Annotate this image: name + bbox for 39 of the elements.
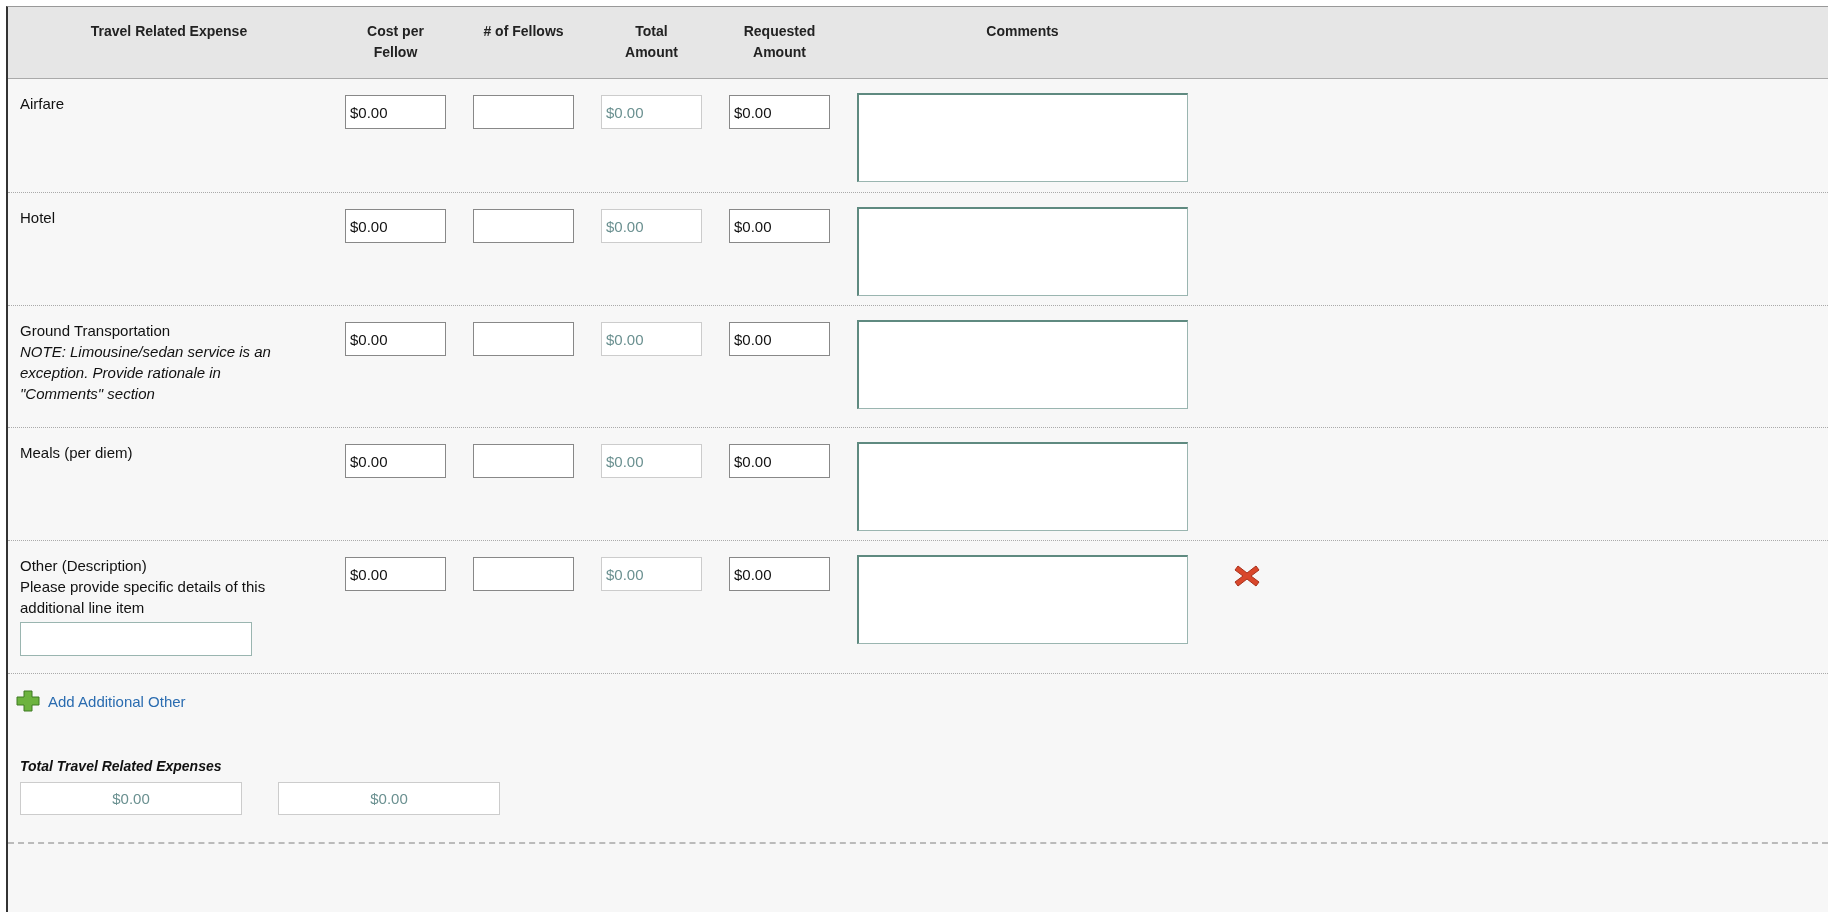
column-header: Requested Amount (742, 22, 817, 62)
requested-field[interactable]: $0.00 (729, 557, 830, 591)
comments-field[interactable] (857, 442, 1188, 531)
close-icon (1234, 564, 1260, 588)
cost-field[interactable]: $0.00 (345, 209, 446, 243)
comments-field[interactable] (857, 320, 1188, 409)
expense-label: Airfare (20, 94, 66, 114)
comments-field[interactable] (857, 93, 1188, 182)
add-other-link[interactable]: Add Additional Other (48, 692, 186, 710)
cost-field[interactable]: $0.00 (345, 444, 446, 478)
cost-field[interactable]: $0.00 (345, 95, 446, 129)
comments-field[interactable] (857, 555, 1188, 644)
totals-title: Total Travel Related Expenses (20, 758, 223, 774)
column-header: Total Amount (624, 22, 679, 62)
requested-field[interactable]: $0.00 (729, 95, 830, 129)
plus-icon (16, 690, 40, 712)
requested-field[interactable]: $0.00 (729, 209, 830, 243)
requested-field[interactable]: $0.00 (729, 444, 830, 478)
cost-field[interactable]: $0.00 (345, 557, 446, 591)
fellows-field[interactable] (473, 209, 574, 243)
column-header: Comments (986, 22, 1059, 41)
expense-label: Meals (per diem) (20, 443, 134, 463)
column-header: Travel Related Expense (90, 22, 248, 41)
expense-label: Hotel (20, 208, 57, 228)
cost-field[interactable]: $0.00 (345, 322, 446, 356)
description-hint: Please provide specific details of this additional line item (20, 577, 267, 618)
requested-field[interactable]: $0.00 (729, 322, 830, 356)
fellows-field[interactable] (473, 322, 574, 356)
expense-note: NOTE: Limousine/sedan service is an exception. Provide rationale in "Comments" section (20, 342, 272, 404)
column-header: # of Fellows (483, 22, 564, 41)
fellows-field[interactable] (473, 557, 574, 591)
delete-button[interactable] (1233, 563, 1261, 589)
fellows-field[interactable] (473, 444, 574, 478)
expense-label: Other (Description) (20, 556, 148, 576)
fellows-field[interactable] (473, 95, 574, 129)
comments-field[interactable] (857, 207, 1188, 296)
expense-label: Ground Transportation (20, 321, 172, 341)
description-field[interactable] (20, 622, 252, 656)
column-header: Cost per Fellow (366, 22, 425, 62)
